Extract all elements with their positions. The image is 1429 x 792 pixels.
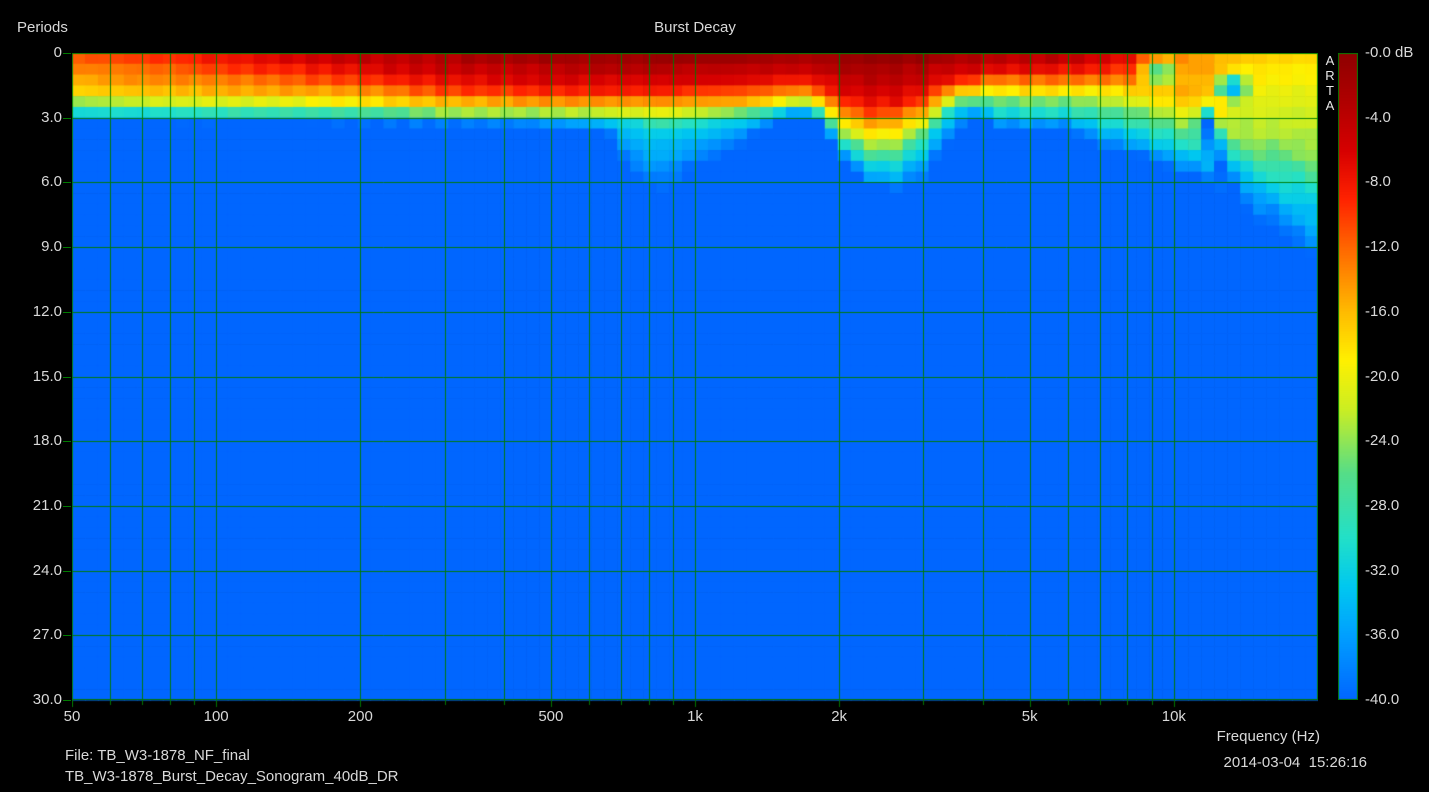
x-tick-label: 200 — [347, 708, 373, 725]
y-axis-title: Periods — [17, 19, 68, 36]
colorbar-tick-label: -12.0 — [1365, 238, 1400, 256]
y-tick-label: 30.0 — [32, 691, 62, 708]
y-tick-mark — [63, 247, 71, 248]
colorbar-tick-label: -4.0 — [1365, 108, 1391, 126]
colorbar-tick-label: -20.0 — [1365, 367, 1400, 385]
y-tick-mark — [63, 441, 71, 442]
x-tick-label: 50 — [63, 708, 81, 725]
y-tick-label: 0 — [53, 44, 62, 61]
y-tick-mark — [63, 118, 71, 119]
y-tick-mark — [63, 506, 71, 507]
y-tick-mark — [63, 700, 71, 701]
y-tick-label: 18.0 — [32, 432, 62, 450]
colorbar-tick-label: -36.0 — [1365, 626, 1400, 644]
x-tick-label: 2k — [831, 708, 848, 725]
colorbar-tick-label: -32.0 — [1365, 561, 1400, 579]
timestamp: 2014-03-04 15:26:16 — [1223, 754, 1367, 771]
y-tick-label: 6.0 — [41, 173, 62, 191]
colorbar-tick-label: -8.0 — [1365, 173, 1391, 191]
y-tick-mark — [63, 182, 71, 183]
x-tick-label: 10k — [1161, 708, 1186, 725]
arta-window: Periods Burst Decay ARTA 0 3.0 6.0 9.0 12.0 1… — [0, 0, 1429, 792]
colorbar-tick-label: -28.0 — [1365, 496, 1400, 514]
x-axis-title: Frequency (Hz) — [1216, 728, 1320, 745]
file-info-line2: TB_W3-1878_Burst_Decay_Sonogram_40dB_DR — [65, 768, 399, 785]
y-tick-mark — [63, 635, 71, 636]
sonogram-heatmap — [72, 53, 1318, 708]
y-tick-label: 12.0 — [32, 302, 62, 320]
y-tick-mark — [63, 571, 71, 572]
y-tick-label: 3.0 — [41, 108, 62, 126]
colorbar-tick-label: -16.0 — [1365, 302, 1400, 320]
arta-watermark: ARTA — [1325, 53, 1335, 113]
y-tick-label: 27.0 — [32, 626, 62, 644]
y-tick-mark — [63, 377, 71, 378]
colorbar-tick-label: -40.0 — [1365, 691, 1400, 708]
file-info-line1: File: TB_W3-1878_NF_final — [65, 747, 250, 764]
colorbar-tick-label: -24.0 — [1365, 432, 1400, 450]
y-tick-mark — [63, 312, 71, 313]
x-tick-label: 100 — [203, 708, 229, 725]
x-tick-label: 1k — [687, 708, 703, 725]
x-tick-label: 500 — [538, 708, 564, 725]
y-tick-label: 24.0 — [32, 561, 62, 579]
chart-title: Burst Decay — [654, 19, 736, 36]
y-tick-mark — [63, 53, 71, 54]
y-tick-label: 15.0 — [32, 367, 62, 385]
colorbar-tick-label: -0.0 dB — [1365, 44, 1414, 61]
x-tick-label: 5k — [1021, 708, 1038, 725]
colorbar — [1338, 53, 1358, 700]
y-tick-label: 9.0 — [41, 238, 62, 256]
y-tick-label: 21.0 — [32, 496, 62, 514]
